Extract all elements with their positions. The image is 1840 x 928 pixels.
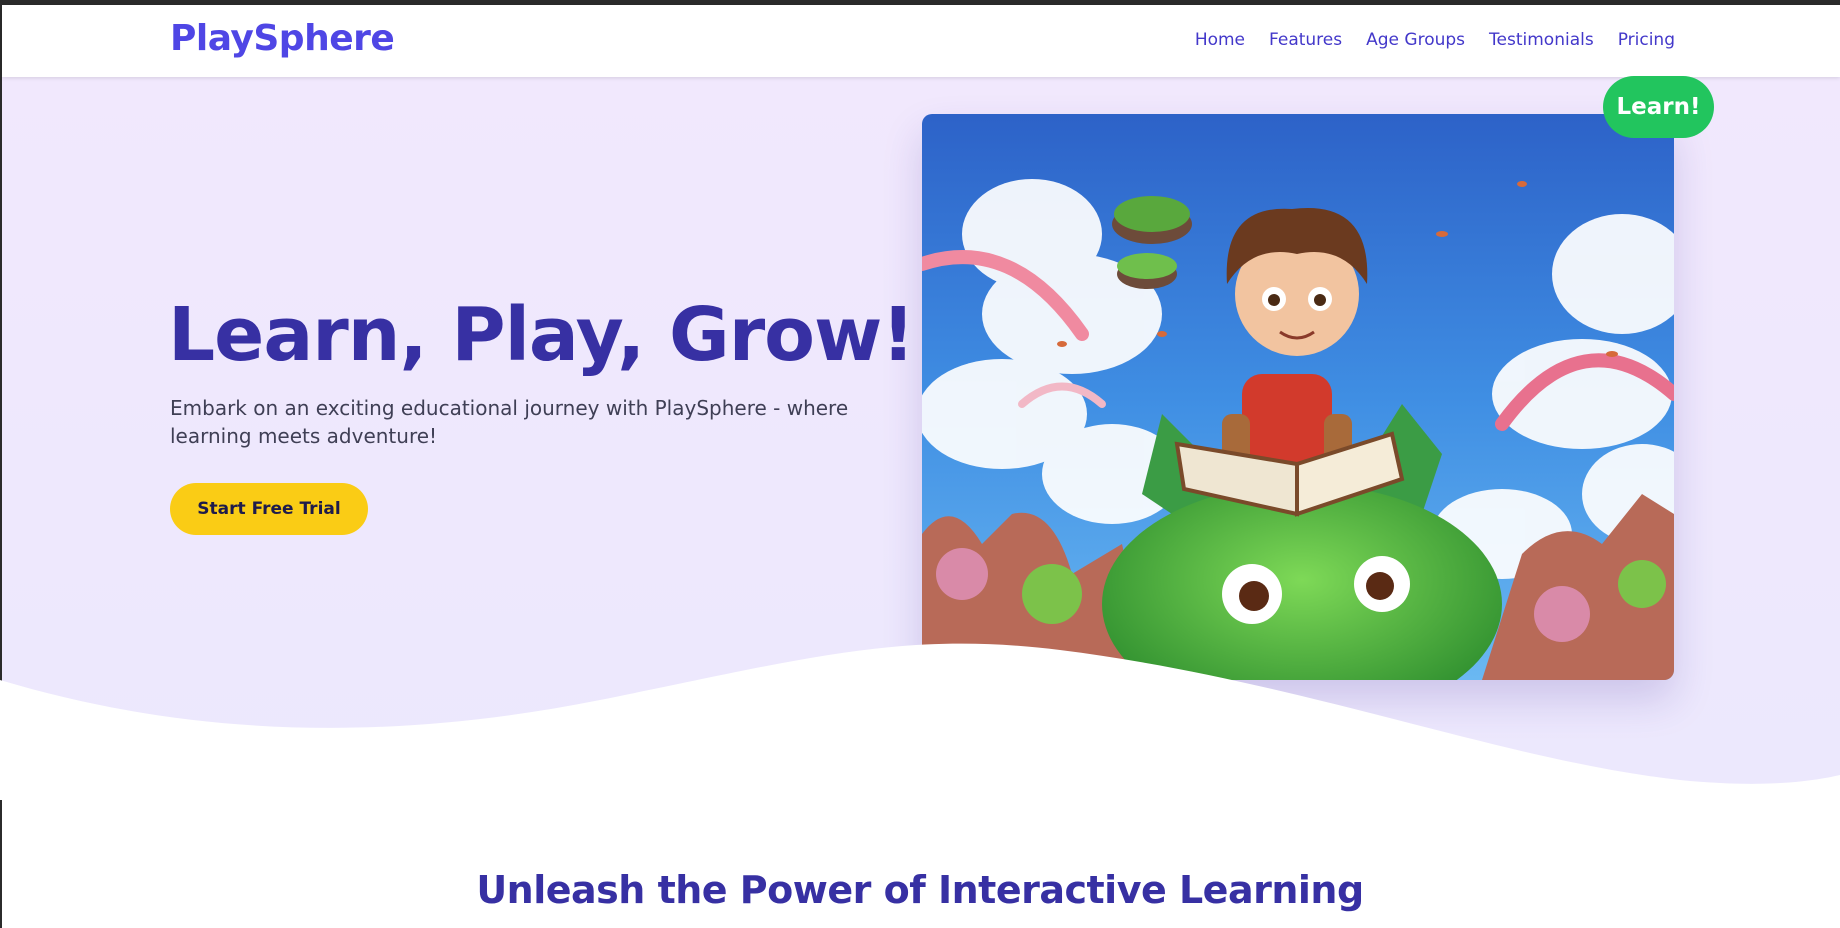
main-nav: Home Features Age Groups Testimonials Pr… xyxy=(1195,30,1675,50)
hero-wave-divider xyxy=(0,643,1840,800)
hero-subtext: Embark on an exciting educational journe… xyxy=(170,396,849,448)
start-free-trial-button[interactable]: Start Free Trial xyxy=(170,483,368,535)
hero-headline: Learn, Play, Grow! xyxy=(168,292,915,378)
nav-item-age-groups[interactable]: Age Groups xyxy=(1366,30,1465,50)
page: PlaySphere Home Features Age Groups Test… xyxy=(0,0,1840,928)
nav-item-home[interactable]: Home xyxy=(1195,30,1245,50)
nav-item-pricing[interactable]: Pricing xyxy=(1618,30,1675,50)
nav-item-features[interactable]: Features xyxy=(1269,30,1342,50)
hero-illustration xyxy=(922,114,1674,680)
nav-item-testimonials[interactable]: Testimonials xyxy=(1489,30,1594,50)
features-section-title: Unleash the Power of Interactive Learnin… xyxy=(476,868,1364,912)
brand-logo[interactable]: PlaySphere xyxy=(170,18,395,59)
site-header: PlaySphere Home Features Age Groups Test… xyxy=(2,5,1840,77)
learn-badge: Learn! xyxy=(1603,76,1714,138)
